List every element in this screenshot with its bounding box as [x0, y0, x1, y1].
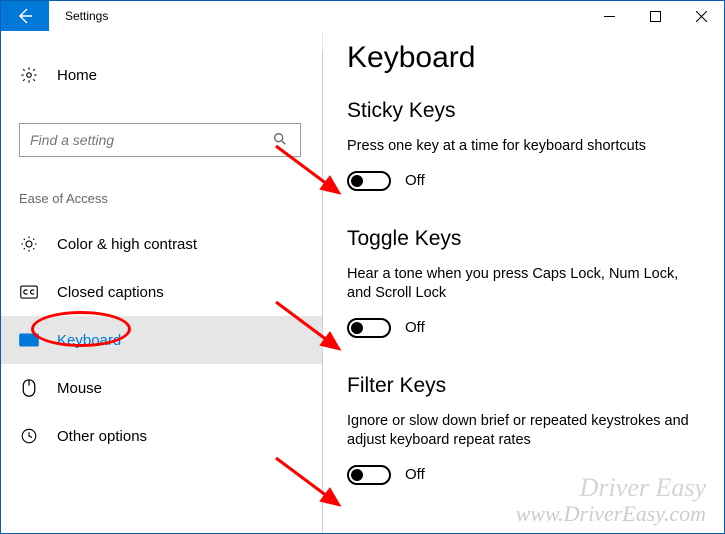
- sidebar-item-mouse[interactable]: Mouse: [1, 364, 323, 412]
- toggle-sticky-keys[interactable]: [347, 171, 391, 191]
- toggle-state-label: Off: [405, 466, 425, 483]
- section-heading-sticky-keys: Sticky Keys: [347, 99, 696, 123]
- sidebar-divider: [322, 51, 323, 533]
- sidebar-item-closed-captions[interactable]: Closed captions: [1, 268, 323, 316]
- sidebar-item-label: Keyboard: [57, 332, 121, 349]
- brightness-icon: [19, 234, 39, 254]
- sidebar-item-label: Mouse: [57, 380, 102, 397]
- titlebar: Settings: [1, 1, 724, 31]
- toggle-state-label: Off: [405, 319, 425, 336]
- sidebar: Home Ease of Access Color & high contras…: [1, 31, 323, 533]
- window-title: Settings: [49, 1, 108, 31]
- search-icon: [272, 131, 290, 149]
- toggle-filter-keys[interactable]: [347, 465, 391, 485]
- sidebar-item-other-options[interactable]: Other options: [1, 412, 323, 460]
- captions-icon: [19, 282, 39, 302]
- sidebar-item-home[interactable]: Home: [1, 51, 323, 99]
- search-field[interactable]: [30, 132, 272, 148]
- sidebar-item-label: Closed captions: [57, 284, 164, 301]
- close-button[interactable]: [678, 1, 724, 31]
- sidebar-item-keyboard[interactable]: Keyboard: [1, 316, 323, 364]
- section-heading-filter-keys: Filter Keys: [347, 374, 696, 398]
- main-content: Keyboard Sticky Keys Press one key at a …: [322, 31, 724, 533]
- section-heading-toggle-keys: Toggle Keys: [347, 227, 696, 251]
- section-desc: Hear a tone when you press Caps Lock, Nu…: [347, 265, 696, 304]
- back-button[interactable]: [1, 1, 49, 31]
- section-desc: Ignore or slow down brief or repeated ke…: [347, 412, 696, 451]
- mouse-icon: [19, 378, 39, 398]
- maximize-button[interactable]: [632, 1, 678, 31]
- page-title: Keyboard: [347, 41, 696, 75]
- search-input[interactable]: [19, 123, 301, 157]
- toggle-toggle-keys[interactable]: [347, 318, 391, 338]
- minimize-button[interactable]: [586, 1, 632, 31]
- sidebar-item-label: Home: [57, 67, 97, 84]
- sidebar-item-color-contrast[interactable]: Color & high contrast: [1, 220, 323, 268]
- sidebar-item-label: Other options: [57, 428, 147, 445]
- sidebar-group-label: Ease of Access: [1, 163, 323, 220]
- sidebar-item-label: Color & high contrast: [57, 236, 197, 253]
- keyboard-icon: [19, 330, 39, 350]
- clock-icon: [19, 426, 39, 446]
- section-desc: Press one key at a time for keyboard sho…: [347, 137, 696, 157]
- toggle-state-label: Off: [405, 172, 425, 189]
- gear-icon: [19, 65, 39, 85]
